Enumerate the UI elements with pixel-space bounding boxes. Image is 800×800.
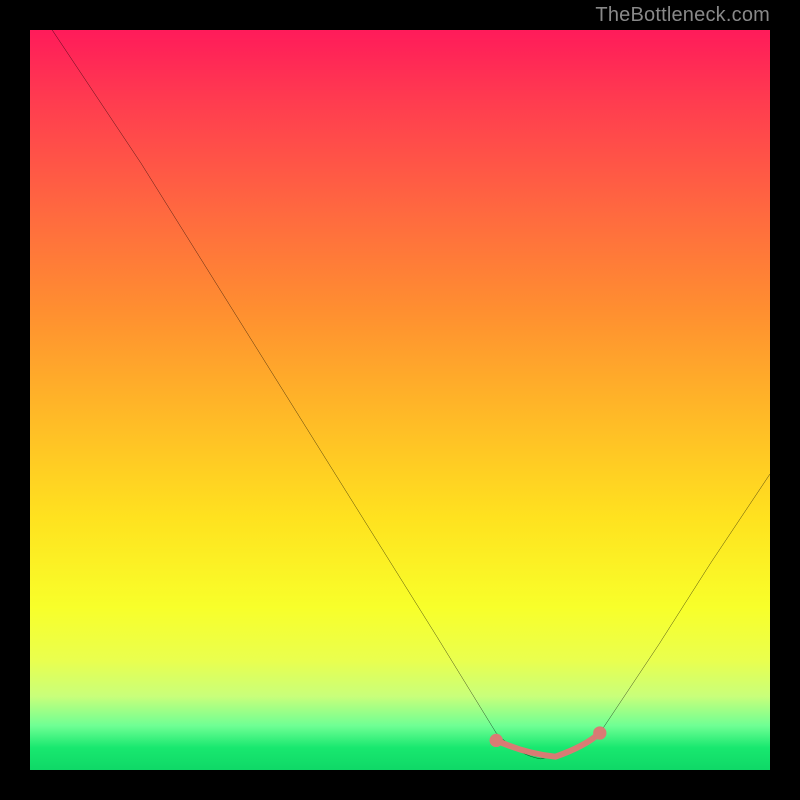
sweet-spot-endpoint-left [490,734,503,747]
curve-layer [30,30,770,770]
plot-area [30,30,770,770]
bottleneck-curve [52,30,770,759]
sweet-spot-endpoint-right [593,726,606,739]
watermark-text: TheBottleneck.com [595,4,770,27]
chart-frame: TheBottleneck.com [0,0,800,800]
sweet-spot-highlight [496,733,600,757]
